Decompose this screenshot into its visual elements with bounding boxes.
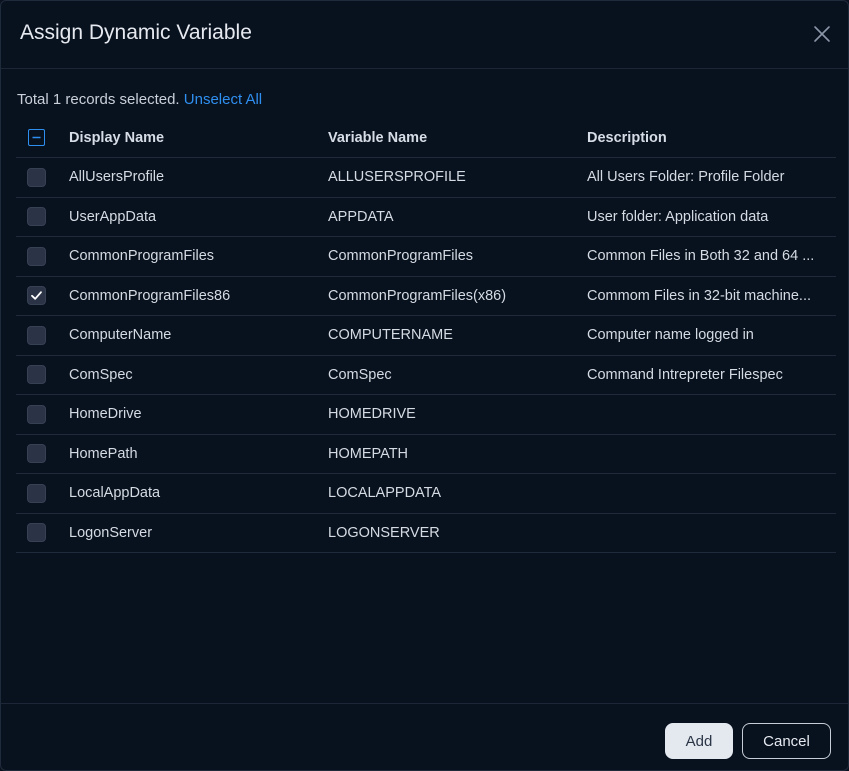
column-header-description[interactable]: Description <box>587 118 832 157</box>
minus-icon <box>32 136 40 139</box>
table-row[interactable]: AllUsersProfile ALLUSERSPROFILE All Users … <box>16 158 836 198</box>
variable-name-cell: HOMEPATH <box>328 445 409 462</box>
assign-dynamic-variable-dialog: Assign Dynamic Variable Total 1 records … <box>0 0 849 771</box>
display-name-cell: ComputerName <box>69 327 172 344</box>
description-cell: Common Files in Both 32 and 64 ... <box>587 248 815 265</box>
variable-name-cell: APPDATA <box>328 208 394 225</box>
display-name-cell: LogonServer <box>69 524 153 541</box>
table-row[interactable]: ComputerName COMPUTERNAME Computer name lo… <box>16 316 836 356</box>
display-name-cell: HomePath <box>69 445 138 462</box>
add-button[interactable]: Add <box>665 723 733 759</box>
table-header: Display Name Variable Name Description <box>16 118 836 158</box>
row-checkbox[interactable] <box>26 325 46 345</box>
display-name-cell: AllUsersProfile <box>69 169 165 186</box>
row-checkbox[interactable] <box>26 207 46 227</box>
table-row[interactable]: LocalAppData LOCALAPPDATA <box>16 474 836 514</box>
row-checkbox[interactable] <box>26 167 46 187</box>
variable-name-cell: ComSpec <box>328 366 392 383</box>
dialog-title: Assign Dynamic Variable <box>20 21 252 44</box>
table-body: AllUsersProfile ALLUSERSPROFILE All Users … <box>16 158 836 553</box>
cancel-button[interactable]: Cancel <box>742 723 831 759</box>
column-header-display-name[interactable]: Display Name <box>69 118 319 157</box>
row-checkbox[interactable] <box>26 523 46 543</box>
unselect-all-link[interactable]: Unselect All <box>184 91 262 108</box>
table-row[interactable]: CommonProgramFiles86 CommonProgramFiles(x… <box>16 277 836 316</box>
close-icon[interactable] <box>812 24 832 44</box>
checkmark-icon <box>30 291 42 300</box>
row-checkbox[interactable] <box>26 444 46 464</box>
display-name-cell: CommonProgramFiles86 <box>69 287 231 304</box>
row-checkbox[interactable] <box>26 246 46 266</box>
row-checkbox[interactable] <box>26 365 46 385</box>
variable-name-cell: LOGONSERVER <box>328 524 440 541</box>
table-row[interactable]: UserAppData APPDATA User folder: Applicati… <box>16 198 836 237</box>
display-name-cell: CommonProgramFiles <box>69 248 215 265</box>
display-name-cell: HomeDrive <box>69 406 142 423</box>
column-header-variable-name[interactable]: Variable Name <box>328 118 578 157</box>
variables-table: Display Name Variable Name Description A… <box>16 118 836 553</box>
variable-name-cell: COMPUTERNAME <box>328 327 453 344</box>
description-cell: Computer name logged in <box>587 327 754 344</box>
table-row[interactable]: HomePath HOMEPATH <box>16 435 836 474</box>
variable-name-cell: HOMEDRIVE <box>328 406 416 423</box>
table-row[interactable]: ComSpec ComSpec Command Intrepreter Filesp… <box>16 356 836 395</box>
description-cell: All Users Folder: Profile Folder <box>587 169 785 186</box>
table-row[interactable]: CommonProgramFiles CommonProgramFiles Comm… <box>16 237 836 277</box>
description-cell: User folder: Application data <box>587 208 769 225</box>
description-cell: Command Intrepreter Filespec <box>587 366 783 383</box>
dialog-footer: Add Cancel <box>1 703 848 770</box>
variable-name-cell: LOCALAPPDATA <box>328 485 442 502</box>
row-checkbox[interactable] <box>26 286 46 306</box>
table-row[interactable]: LogonServer LOGONSERVER <box>16 514 836 553</box>
display-name-cell: UserAppData <box>69 208 157 225</box>
variable-name-cell: CommonProgramFiles(x86) <box>328 287 507 304</box>
display-name-cell: LocalAppData <box>69 485 161 502</box>
dialog-header: Assign Dynamic Variable <box>1 1 848 69</box>
variable-name-cell: CommonProgramFiles <box>328 248 474 265</box>
selection-count-text: Total 1 records selected. <box>17 91 180 108</box>
select-all-checkbox[interactable] <box>27 129 45 146</box>
display-name-cell: ComSpec <box>69 366 133 383</box>
table-row[interactable]: HomeDrive HOMEDRIVE <box>16 395 836 435</box>
description-cell: Commom Files in 32-bit machine... <box>587 287 812 304</box>
row-checkbox[interactable] <box>26 404 46 424</box>
row-checkbox[interactable] <box>26 483 46 503</box>
selection-summary: Total 1 records selected. Unselect All <box>17 91 262 108</box>
variable-name-cell: ALLUSERSPROFILE <box>328 169 466 186</box>
